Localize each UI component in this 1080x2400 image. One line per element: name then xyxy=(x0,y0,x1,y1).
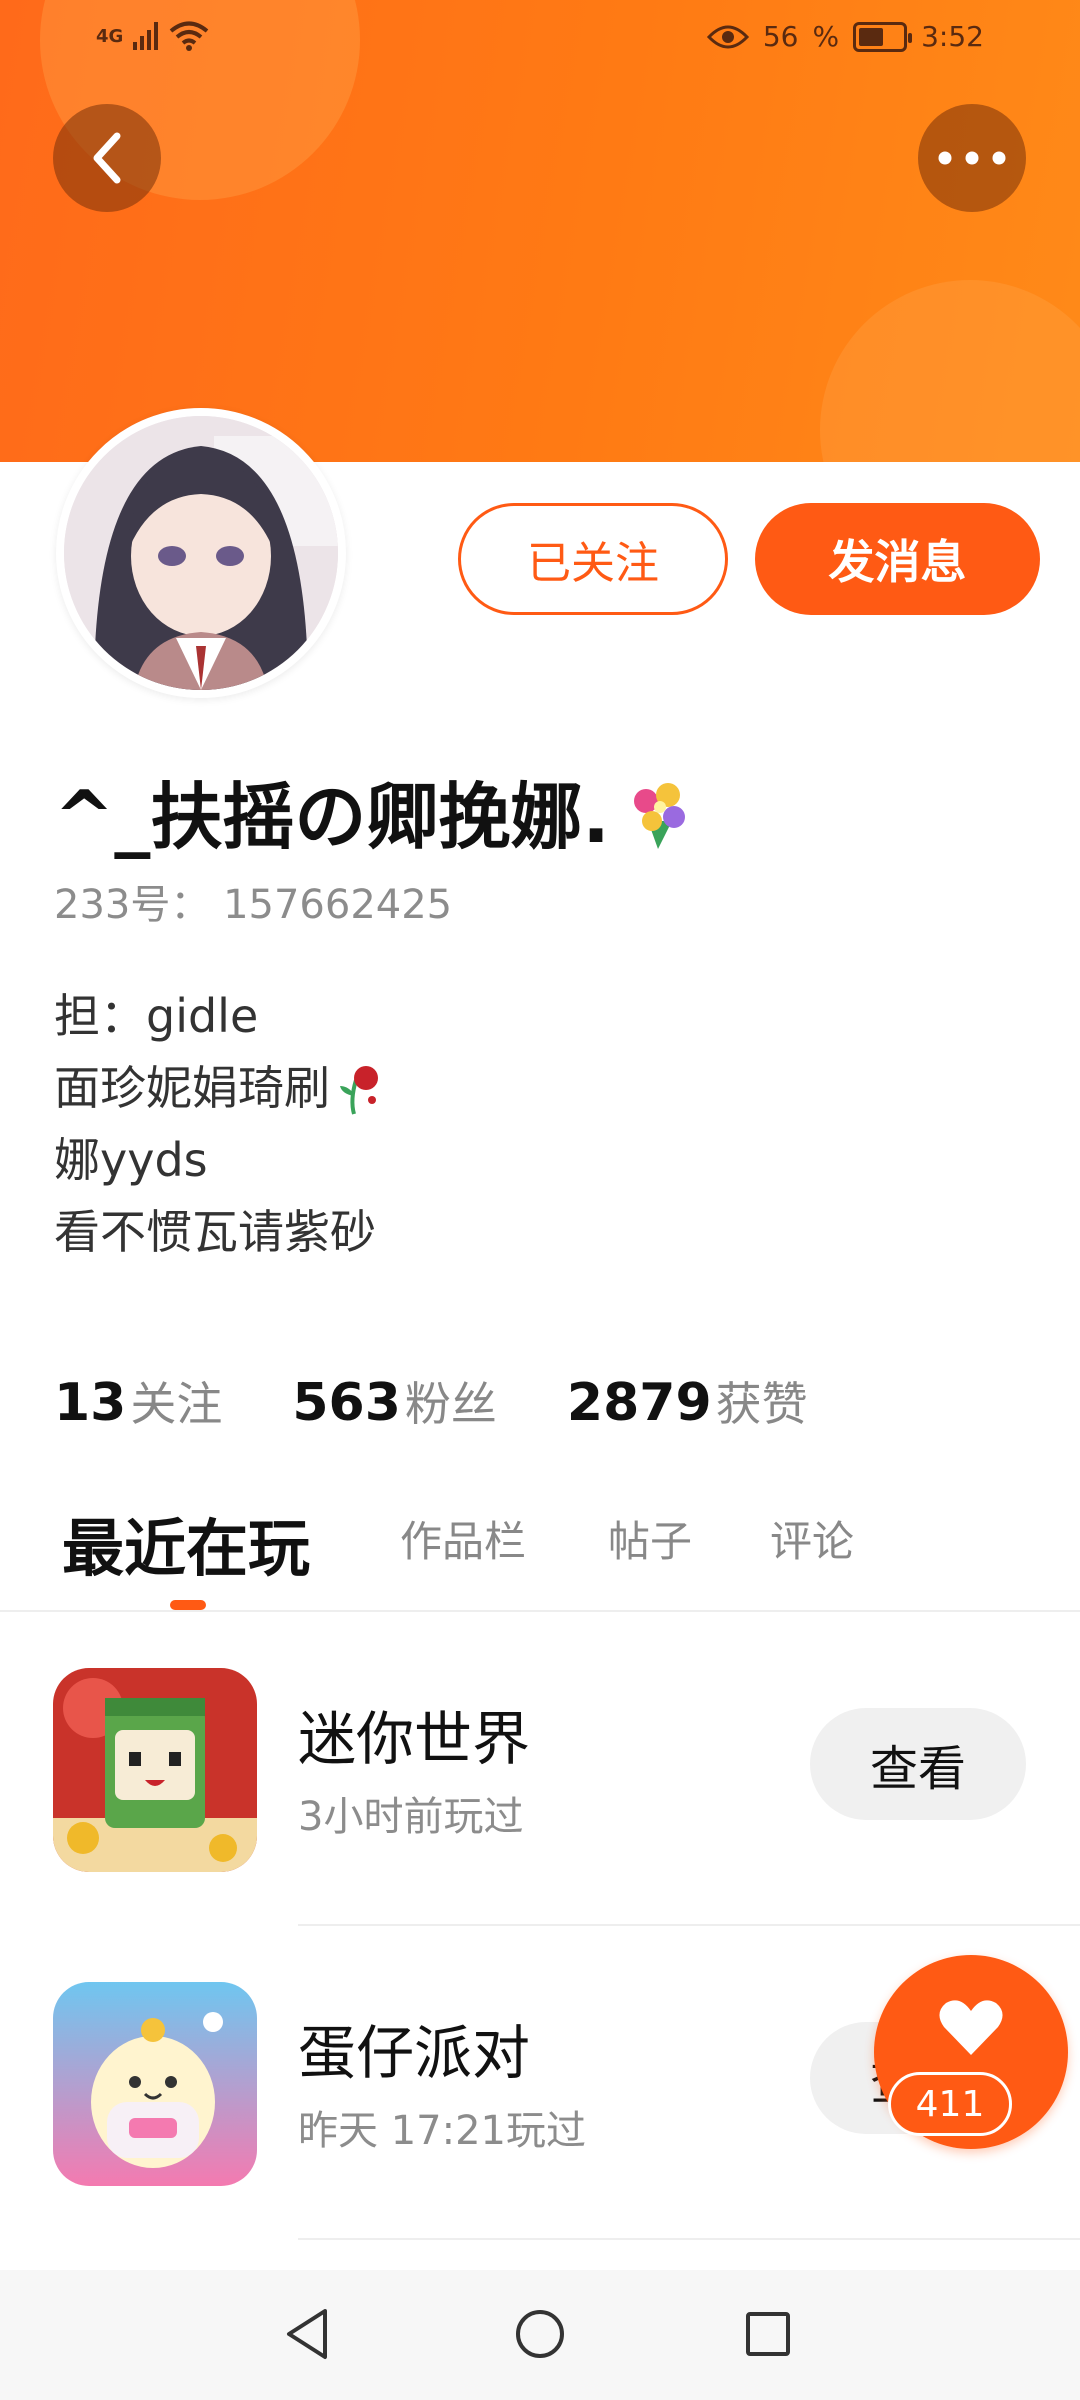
game-title: 蛋仔派对 xyxy=(298,2019,531,2087)
stat-label: 粉丝 xyxy=(404,1377,497,1431)
profile-header-banner: 4G 56 % 3:52 xyxy=(0,0,1080,462)
profile-name-row: ^_扶摇の卿挽娜. xyxy=(54,758,698,863)
profile-tabs: 最近在玩 作品栏 帖子 评论 xyxy=(0,1490,1080,1612)
stat-likes: 2879 获赞 xyxy=(567,1368,808,1434)
signal-icon xyxy=(133,22,159,50)
bouquet-emoji-icon xyxy=(633,782,685,849)
clock: 3:52 xyxy=(921,20,984,53)
view-game-button[interactable]: 查看 xyxy=(810,1708,1026,1820)
list-item[interactable]: 迷你世界 3小时前玩过 查看 xyxy=(0,1612,1080,1924)
game-last-played: 昨天 17:21玩过 xyxy=(298,2108,586,2154)
nav-recents-button[interactable] xyxy=(736,2302,800,2366)
square-recents-icon xyxy=(746,2312,790,2356)
heart-icon xyxy=(939,2000,1003,2055)
game-icon xyxy=(53,1668,257,1872)
game-last-played: 3小时前玩过 xyxy=(298,1794,524,1840)
stat-followers[interactable]: 563 粉丝 xyxy=(292,1368,497,1434)
stat-label: 关注 xyxy=(130,1377,223,1431)
bio-line-text: 面珍妮娟琦刷 xyxy=(54,1061,330,1115)
tab-posts[interactable]: 帖子 xyxy=(608,1508,692,1569)
user-id-value: 157662425 xyxy=(223,882,453,928)
eye-icon xyxy=(706,25,749,48)
banner-decoration xyxy=(820,280,1080,462)
stat-label: 获赞 xyxy=(715,1377,808,1431)
nav-back-button[interactable] xyxy=(276,2302,340,2366)
nav-home-button[interactable] xyxy=(508,2302,572,2366)
profile-bio: 担：gidle 面珍妮娟琦刷 娜yyds 看不惯瓦请紫砂 xyxy=(54,980,386,1268)
more-options-button[interactable] xyxy=(918,104,1026,212)
stat-value: 563 xyxy=(292,1373,401,1433)
tab-comments[interactable]: 评论 xyxy=(770,1508,854,1569)
status-bar-left: 4G xyxy=(96,20,210,52)
bio-line: 面珍妮娟琦刷 xyxy=(54,1052,386,1124)
more-dots-icon xyxy=(938,151,1006,165)
avatar[interactable] xyxy=(56,408,346,698)
like-count-badge: 411 xyxy=(888,2072,1012,2136)
user-id-row: 233号： 157662425 xyxy=(54,872,452,930)
battery-percent: 56 xyxy=(762,20,799,53)
profile-stats: 13 关注 563 粉丝 2879 获赞 xyxy=(54,1368,808,1434)
stat-value: 2879 xyxy=(566,1373,712,1433)
network-label: 4G xyxy=(96,25,124,47)
bio-line: 担：gidle xyxy=(54,980,386,1052)
wifi-icon xyxy=(170,21,209,51)
send-message-button[interactable]: 发消息 xyxy=(755,503,1040,615)
battery-icon xyxy=(853,21,913,52)
tab-works[interactable]: 作品栏 xyxy=(400,1508,526,1569)
stat-following[interactable]: 13 关注 xyxy=(54,1368,222,1434)
list-divider xyxy=(298,2238,1080,2240)
bio-line-text: 担：gidle xyxy=(54,989,259,1043)
back-button[interactable] xyxy=(53,104,161,212)
wilted-rose-emoji-icon xyxy=(340,1066,378,1115)
bio-line: 看不惯瓦请紫砂 xyxy=(54,1196,386,1268)
avatar-image xyxy=(64,416,338,690)
system-navigation-bar xyxy=(0,2270,1080,2400)
percent-sign: % xyxy=(812,20,840,53)
back-arrow-icon xyxy=(93,132,121,184)
active-tab-indicator xyxy=(170,1600,206,1610)
circle-home-icon xyxy=(516,2310,564,2358)
status-bar: 4G 56 % 3:52 xyxy=(0,0,1080,80)
followed-button[interactable]: 已关注 xyxy=(458,503,728,615)
bio-line-text: 娜yyds xyxy=(54,1133,208,1187)
game-title: 迷你世界 xyxy=(298,1705,531,1773)
bio-line: 娜yyds xyxy=(54,1124,386,1196)
profile-name: ^_扶摇の卿挽娜. xyxy=(54,775,610,859)
game-icon xyxy=(53,1982,257,2186)
bio-line-text: 看不惯瓦请紫砂 xyxy=(54,1205,376,1259)
user-id-label: 233号： xyxy=(54,882,211,928)
tab-recently-played[interactable]: 最近在玩 xyxy=(62,1498,310,1588)
triangle-back-icon xyxy=(287,2309,327,2359)
stat-value: 13 xyxy=(54,1373,127,1433)
status-bar-right: 56 % 3:52 xyxy=(706,20,984,53)
